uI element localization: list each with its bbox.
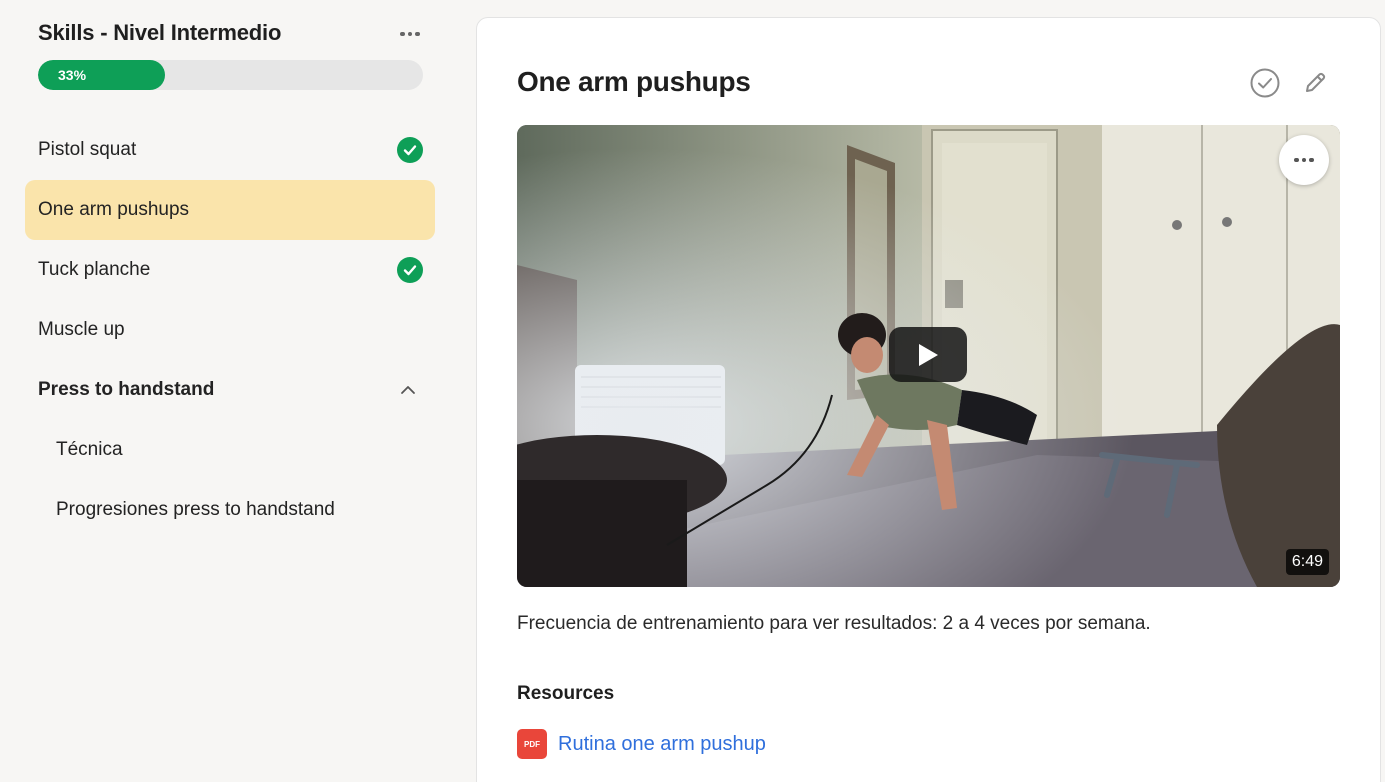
play-button[interactable] bbox=[889, 327, 967, 382]
sidebar-item-label: Progresiones press to handstand bbox=[56, 499, 335, 520]
sidebar-item-muscle-up[interactable]: Muscle up bbox=[25, 300, 435, 360]
resource-label[interactable]: Rutina one arm pushup bbox=[558, 733, 766, 756]
video-player[interactable]: 6:49 bbox=[517, 125, 1340, 587]
more-dots-icon bbox=[1294, 157, 1299, 163]
sidebar-item-one-arm-pushups[interactable]: One arm pushups bbox=[25, 180, 435, 240]
pdf-icon: PDF bbox=[517, 729, 547, 759]
video-duration: 6:49 bbox=[1285, 549, 1329, 575]
sidebar-item-label: Pistol squat bbox=[38, 139, 137, 160]
edit-button[interactable] bbox=[1298, 66, 1332, 100]
sidebar-item-pistol-squat[interactable]: Pistol squat bbox=[25, 120, 435, 180]
course-title: Skills - Nivel Intermedio bbox=[38, 20, 282, 45]
progress-fill: 33% bbox=[38, 60, 166, 90]
resource-link-pdf[interactable]: PDF Rutina one arm pushup bbox=[517, 729, 766, 759]
sidebar-item-label: One arm pushups bbox=[38, 199, 190, 220]
more-dots-icon bbox=[400, 31, 405, 37]
check-circle-icon bbox=[397, 137, 423, 163]
sidebar-item-tecnica[interactable]: Técnica bbox=[25, 420, 435, 480]
sidebar-item-label: Tuck planche bbox=[38, 259, 151, 280]
video-menu-button[interactable] bbox=[1279, 135, 1329, 185]
progress-label: 33% bbox=[58, 67, 87, 83]
complete-icon bbox=[1250, 68, 1280, 98]
check-circle-icon bbox=[397, 257, 423, 283]
sidebar-section-press-to-handstand[interactable]: Press to handstand bbox=[25, 360, 435, 420]
chevron-up-icon[interactable] bbox=[398, 380, 418, 400]
lesson-content: One arm pushups 6:49 Frecuencia de entre… bbox=[476, 17, 1381, 782]
course-progress-bar: 33% bbox=[38, 60, 423, 90]
lesson-description: Frecuencia de entrenamiento para ver res… bbox=[517, 613, 1151, 634]
sidebar-item-tuck-planche[interactable]: Tuck planche bbox=[25, 240, 435, 300]
sidebar-item-label: Press to handstand bbox=[38, 379, 215, 400]
course-sidebar: Skills - Nivel Intermedio 33% Pistol squ… bbox=[0, 0, 460, 782]
resources-heading: Resources bbox=[517, 683, 615, 704]
course-menu-button[interactable] bbox=[397, 22, 423, 46]
play-icon bbox=[919, 343, 938, 366]
sidebar-item-label: Muscle up bbox=[38, 319, 125, 340]
sidebar-item-progresiones[interactable]: Progresiones press to handstand bbox=[25, 480, 435, 540]
lesson-title: One arm pushups bbox=[517, 66, 751, 97]
sidebar-item-label: Técnica bbox=[56, 439, 123, 460]
mark-complete-button[interactable] bbox=[1248, 66, 1282, 100]
pencil-icon bbox=[1306, 72, 1326, 92]
